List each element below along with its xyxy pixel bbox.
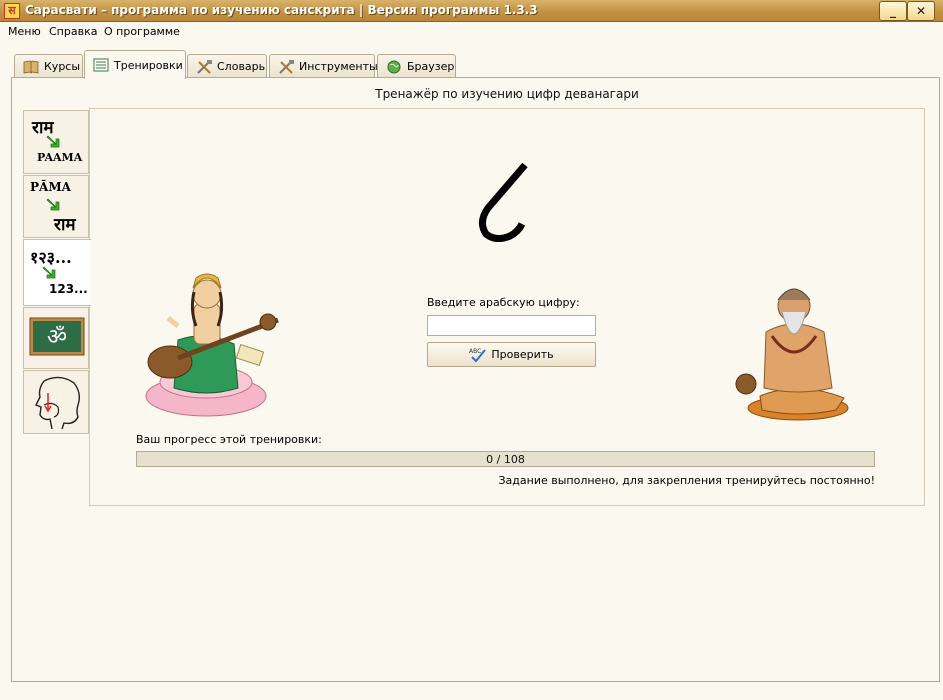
title-bar: स Сарасвати – программа по изучению санс… xyxy=(0,0,943,22)
om-glyph: ॐ xyxy=(46,325,68,350)
head-pronunciation-icon xyxy=(35,376,81,430)
globe-icon xyxy=(387,60,401,73)
minimize-button[interactable]: _ xyxy=(879,1,907,21)
tab-dictionary[interactable]: Словарь xyxy=(187,54,267,78)
tab-label: Тренировки xyxy=(114,58,183,72)
green-arrow-icon xyxy=(46,198,60,211)
progress-text: 0 / 108 xyxy=(486,453,525,466)
menu-item-menu[interactable]: Меню xyxy=(8,25,41,38)
sidebar-item-bottom-text: 123... xyxy=(49,282,88,296)
sidebar-item-bottom-text: राम xyxy=(54,215,76,235)
tab-tools[interactable]: Инструменты xyxy=(269,54,378,78)
check-button-label: Проверить xyxy=(491,348,554,361)
app-icon: स xyxy=(4,3,20,19)
green-arrow-icon xyxy=(46,135,60,148)
tab-trainings[interactable]: Тренировки xyxy=(84,50,186,79)
tab-courses[interactable]: Курсы xyxy=(14,54,83,78)
tab-bar: Курсы Тренировки Словарь Инструменты Бра… xyxy=(0,42,943,79)
sage-figure xyxy=(735,288,849,421)
green-arrow-icon xyxy=(42,266,56,279)
tab-label: Инструменты xyxy=(299,60,378,73)
book-icon xyxy=(23,60,39,74)
list-icon xyxy=(93,58,109,72)
sidebar-item-latin-to-devanagari[interactable]: PĀMA राम xyxy=(23,175,89,238)
check-button[interactable]: ABC Проверить xyxy=(427,342,596,367)
devanagari-digit xyxy=(479,162,528,242)
sidebar-item-top-text: PĀMA xyxy=(30,180,71,194)
saraswati-figure xyxy=(145,273,279,417)
answer-label: Введите арабскую цифру: xyxy=(427,296,580,309)
sidebar-item-bottom-text: PAAMA xyxy=(37,151,83,164)
close-button[interactable]: ✕ xyxy=(907,1,935,21)
sidebar-item-digits[interactable]: १२३... 123... xyxy=(23,239,91,306)
sidebar-item-devanagari-to-latin[interactable]: राम PAAMA xyxy=(23,110,89,174)
progress-bar: 0 / 108 xyxy=(136,451,875,467)
svg-text:ABC: ABC xyxy=(469,348,481,355)
tools-icon xyxy=(279,59,294,74)
tools-icon xyxy=(197,59,212,74)
answer-input[interactable] xyxy=(427,315,596,336)
menu-item-about[interactable]: О программе xyxy=(104,25,180,38)
tab-browser[interactable]: Браузер xyxy=(377,54,456,78)
progress-label: Ваш прогресс этой тренировки: xyxy=(136,433,322,446)
menu-item-help[interactable]: Справка xyxy=(49,25,97,38)
tab-label: Курсы xyxy=(44,60,81,73)
status-text: Задание выполнено, для закрепления трени… xyxy=(498,474,875,487)
sidebar-item-pronunciation[interactable] xyxy=(23,370,89,434)
window-title: Сарасвати – программа по изучению санскр… xyxy=(25,3,538,17)
menu-bar: Меню Справка О программе xyxy=(0,22,943,42)
spellcheck-icon: ABC xyxy=(469,348,487,362)
trainer-title: Тренажёр по изучению цифр деванагари xyxy=(375,87,639,101)
tab-label: Словарь xyxy=(217,60,266,73)
sidebar-item-om-board[interactable]: ॐ xyxy=(23,307,89,369)
tab-label: Браузер xyxy=(407,60,455,73)
